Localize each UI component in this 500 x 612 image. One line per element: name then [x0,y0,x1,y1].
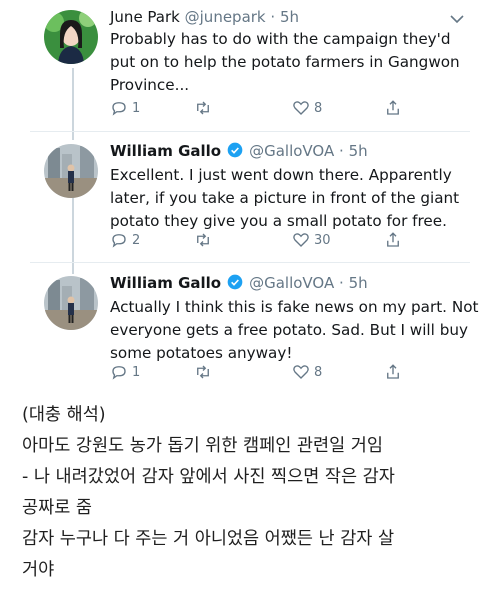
tweet-actions: 1 8 [110,363,410,385]
retweet-icon [197,233,209,247]
timestamp[interactable]: · 5h [339,142,368,160]
like-icon [293,233,309,247]
caret-down-icon[interactable] [450,14,464,24]
verified-icon [227,142,243,158]
like-count: 30 [314,232,331,248]
tweet-text: Probably has to do with the campaign the… [110,30,460,94]
share-icon [387,364,399,379]
share-icon [387,100,399,115]
verified-icon [227,274,243,290]
tweet[interactable]: June Park @junepark · 5h Probably has to… [0,0,500,132]
like-icon [293,365,309,379]
reply-button[interactable]: 1 [110,363,140,381]
reply-button[interactable]: 1 [110,99,140,117]
display-name[interactable]: William Gallo [110,142,221,160]
note-line: 거야 [22,560,55,580]
user-handle[interactable]: @GalloVOA [249,274,334,292]
like-button[interactable]: 8 [292,363,322,381]
tweet[interactable]: William Gallo @GalloVOA · 5h Actually I t… [0,264,500,394]
note-line: - 나 내려갔었어 감자 앞에서 사진 찍으면 작은 감자 [22,467,395,487]
display-name[interactable]: June Park [110,8,180,26]
reply-icon [112,366,126,380]
retweet-button[interactable] [194,99,216,117]
avatar[interactable] [44,276,98,330]
user-handle[interactable]: @junepark [185,8,266,26]
share-button[interactable] [384,363,402,381]
like-icon [293,101,309,115]
tweet-actions: 2 30 [110,231,410,253]
user-handle[interactable]: @GalloVOA [249,142,334,160]
tweet[interactable]: William Gallo @GalloVOA · 5h Excellent. I… [0,132,500,262]
like-button[interactable]: 8 [292,99,322,117]
timestamp[interactable]: · 5h [270,8,299,26]
reply-icon [112,234,126,248]
reply-count: 2 [132,232,141,248]
reply-count: 1 [132,100,141,116]
tweet-header: William Gallo @GalloVOA · 5h [110,142,368,160]
tweet-text: Actually I think this is fake news on my… [110,298,479,362]
retweet-icon [197,365,209,379]
tweet-header: June Park @junepark · 5h [110,8,299,26]
note-line: 아마도 강원도 농가 돕기 위한 캠페인 관련일 거임 [22,436,383,456]
reply-button[interactable]: 2 [110,231,140,249]
timestamp[interactable]: · 5h [339,274,368,292]
reply-icon [112,102,126,116]
retweet-button[interactable] [194,231,216,249]
like-count: 8 [314,364,323,380]
translation-note: (대충 해석) 아마도 강원도 농가 돕기 위한 캠페인 관련일 거임 - 나 … [22,400,492,586]
share-button[interactable] [384,231,402,249]
like-count: 8 [314,100,323,116]
tweet-header: William Gallo @GalloVOA · 5h [110,274,368,292]
tweet-actions: 1 8 [110,99,410,121]
display-name[interactable]: William Gallo [110,274,221,292]
tweet-text: Excellent. I just went down there. Appar… [110,166,460,230]
retweet-button[interactable] [194,363,216,381]
share-icon [387,232,399,247]
avatar[interactable] [44,144,98,198]
reply-count: 1 [132,364,141,380]
note-line: 공짜로 줌 [22,498,92,518]
note-line: (대충 해석) [22,405,106,425]
avatar[interactable] [44,10,98,64]
retweet-icon [197,101,209,115]
like-button[interactable]: 30 [292,231,331,249]
tweet-divider [30,262,470,263]
share-button[interactable] [384,99,402,117]
note-line: 감자 누구나 다 주는 거 아니었음 어쨌든 난 감자 살 [22,529,395,549]
